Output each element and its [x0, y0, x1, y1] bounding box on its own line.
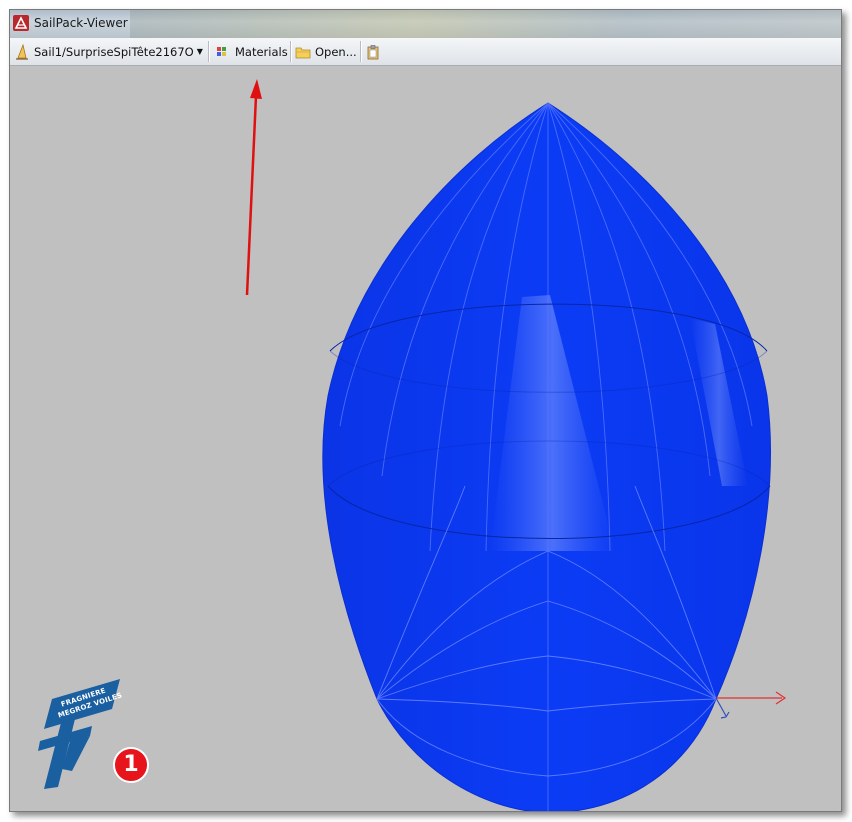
materials-button[interactable]: Materials [215, 41, 288, 62]
step-number-badge: 1 [113, 747, 149, 783]
toolbar-separator [208, 41, 209, 62]
toolbar: Sail1/SurpriseSpiTête2167O ▼ Materials O… [10, 38, 841, 66]
sail-selector-label: Sail1/SurpriseSpiTête2167O [34, 44, 194, 59]
axis-gizmo [715, 691, 787, 719]
sailpack-viewer-window: SailPack-Viewer Sail1/SurpriseSpiTête216… [9, 9, 842, 812]
title-bar-background [130, 10, 841, 38]
palette-icon [215, 44, 231, 60]
title-bar[interactable]: SailPack-Viewer [10, 10, 841, 38]
toolbar-separator [290, 41, 291, 62]
sail-3d-view [245, 79, 787, 811]
chevron-down-icon: ▼ [196, 47, 203, 56]
clipboard-icon [365, 44, 381, 60]
fragniere-megroz-logo: FRAGNIERE MEGROZ VOILES [32, 679, 124, 789]
sail-selector-dropdown[interactable]: Sail1/SurpriseSpiTête2167O ▼ [14, 41, 203, 62]
3d-viewport[interactable]: FRAGNIERE MEGROZ VOILES 1 [10, 66, 841, 811]
open-label: Open... [315, 44, 357, 59]
sail-icon [14, 43, 30, 60]
toolbar-separator [360, 41, 361, 62]
annotation-arrow [245, 79, 262, 296]
window-title: SailPack-Viewer [34, 16, 128, 30]
folder-icon [295, 44, 311, 60]
sailpack-app-icon[interactable] [13, 15, 29, 31]
materials-label: Materials [235, 44, 288, 59]
clipboard-button[interactable] [365, 41, 385, 62]
open-button[interactable]: Open... [295, 41, 357, 62]
